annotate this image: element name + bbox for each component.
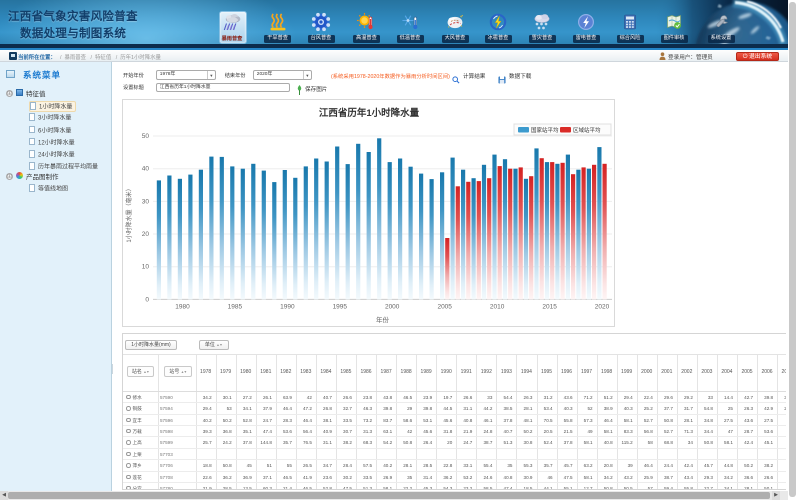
svg-text:江西省历年1小时降水量: 江西省历年1小时降水量 (319, 107, 420, 119)
svg-text:1985: 1985 (228, 303, 243, 310)
svg-text:2015: 2015 (542, 303, 557, 310)
svg-text:2020: 2020 (595, 303, 610, 310)
svg-text:10: 10 (142, 264, 150, 271)
svg-text:国家站平均: 国家站平均 (531, 126, 559, 134)
svg-text:区域站平均: 区域站平均 (573, 126, 601, 134)
svg-text:40: 40 (142, 166, 150, 173)
svg-text:2000: 2000 (385, 303, 400, 310)
svg-text:20: 20 (142, 231, 150, 238)
svg-text:0: 0 (145, 296, 149, 303)
svg-text:50: 50 (142, 133, 150, 140)
svg-text:1980: 1980 (175, 303, 190, 310)
svg-text:1995: 1995 (333, 303, 348, 310)
svg-text:2005: 2005 (437, 303, 452, 310)
svg-text:年份: 年份 (376, 315, 390, 324)
svg-text:30: 30 (142, 198, 150, 205)
svg-text:1小时降水量（毫米）: 1小时降水量（毫米） (125, 185, 133, 242)
svg-text:1990: 1990 (280, 303, 295, 310)
svg-text:2010: 2010 (490, 303, 505, 310)
